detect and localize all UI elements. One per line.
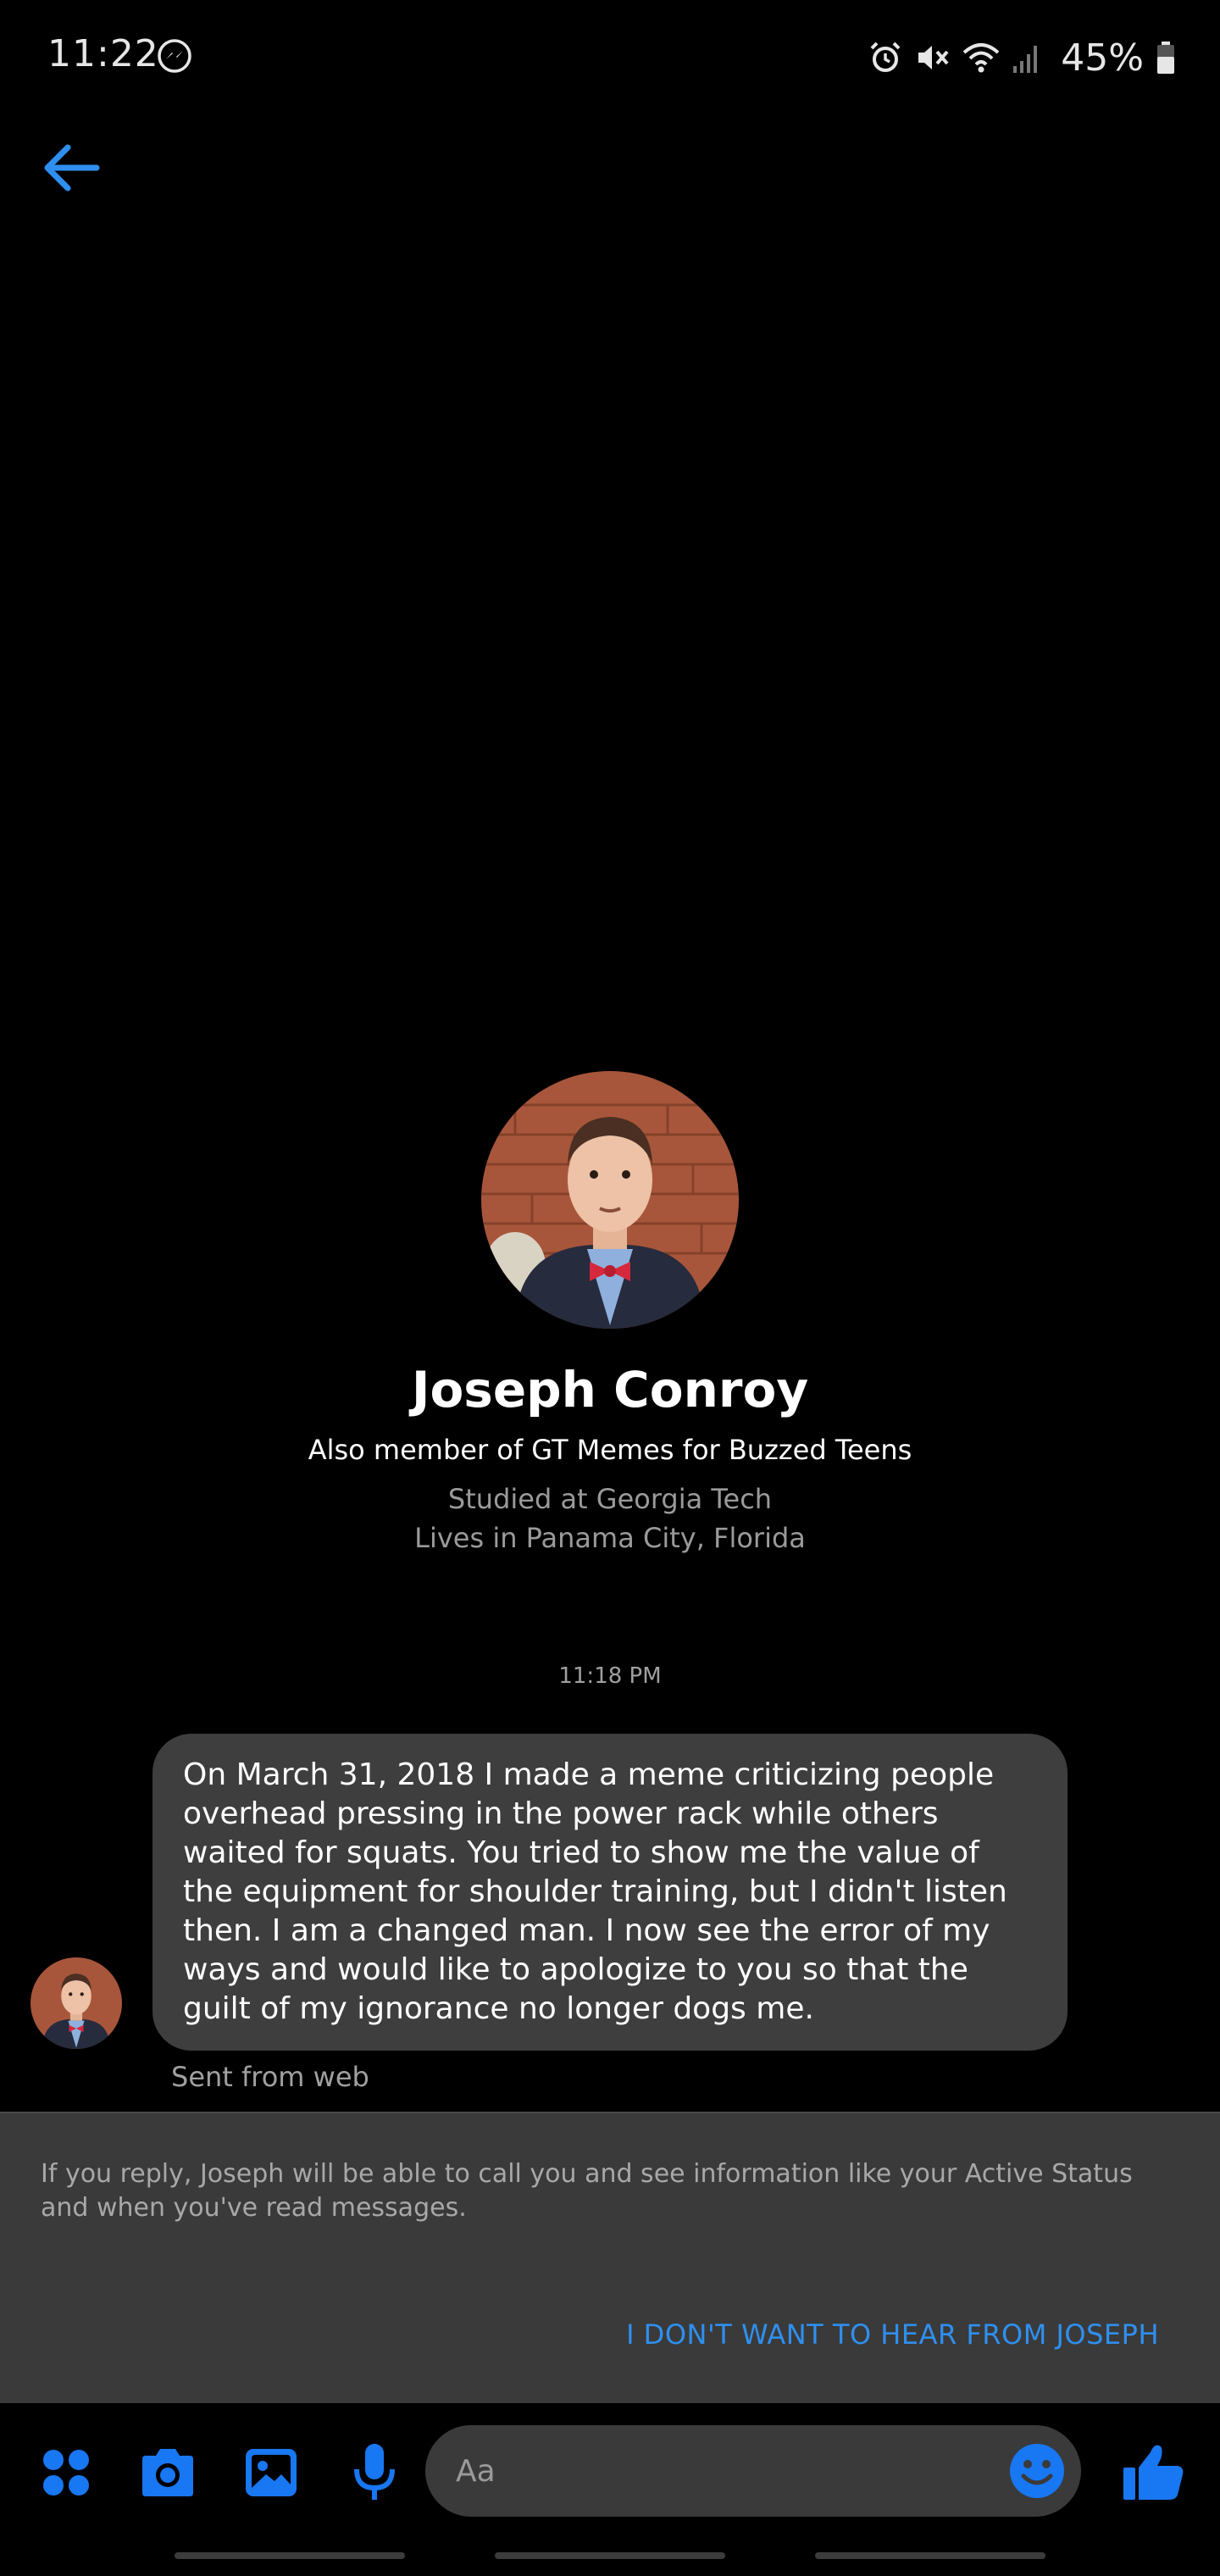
message-input[interactable] bbox=[456, 2425, 981, 2517]
back-button[interactable] bbox=[37, 134, 105, 202]
mute-icon bbox=[915, 40, 951, 75]
message-timestamp: 11:18 PM bbox=[558, 1663, 662, 1689]
emoji-icon bbox=[1010, 2444, 1064, 2498]
microphone-icon bbox=[354, 2444, 395, 2500]
back-arrow-icon bbox=[44, 144, 100, 192]
message-input-container bbox=[425, 2425, 1081, 2517]
status-time: 11:22 bbox=[47, 32, 159, 75]
sender-avatar[interactable] bbox=[30, 1957, 122, 2049]
system-navigation-bar bbox=[0, 2534, 1220, 2576]
voice-button[interactable] bbox=[339, 2437, 410, 2508]
thumbs-up-icon bbox=[1123, 2445, 1184, 2500]
sender-avatar-photo bbox=[30, 1957, 122, 2049]
avatar-photo bbox=[481, 1071, 739, 1329]
nav-back-handle[interactable] bbox=[815, 2552, 1045, 2559]
menu-dots-icon bbox=[43, 2450, 89, 2496]
wifi-icon bbox=[962, 41, 1000, 75]
message-request-notice: If you reply, Joseph will be able to cal… bbox=[0, 2112, 1220, 2403]
status-bar: 11:22 45% bbox=[0, 0, 1220, 119]
gallery-button[interactable] bbox=[236, 2437, 307, 2508]
messenger-screen: 11:22 45% Joseph Conroy Also member of G… bbox=[0, 0, 1220, 2576]
nav-home-handle[interactable] bbox=[495, 2552, 725, 2559]
profile-location: Lives in Panama City, Florida bbox=[414, 1522, 806, 1554]
alarm-icon bbox=[868, 40, 903, 75]
camera-icon bbox=[142, 2449, 193, 2496]
notice-text: If you reply, Joseph will be able to cal… bbox=[41, 2159, 1133, 2223]
sent-from-label: Sent from web bbox=[171, 2061, 369, 2093]
gallery-icon bbox=[246, 2449, 297, 2496]
profile-mutual-group: Also member of GT Memes for Buzzed Teens bbox=[308, 1434, 912, 1466]
profile-education: Studied at Georgia Tech bbox=[447, 1483, 773, 1515]
battery-icon bbox=[1156, 40, 1176, 75]
nav-recents-handle[interactable] bbox=[175, 2552, 405, 2559]
profile-name: Joseph Conroy bbox=[411, 1361, 809, 1418]
messenger-icon bbox=[156, 37, 193, 75]
profile-avatar[interactable] bbox=[481, 1071, 739, 1329]
message-bubble[interactable]: On March 31, 2018 I made a meme criticiz… bbox=[152, 1734, 1068, 2051]
battery-percent: 45% bbox=[1061, 36, 1144, 80]
emoji-button[interactable] bbox=[1003, 2437, 1071, 2505]
status-icons: 45% bbox=[868, 34, 1176, 81]
message-text: On March 31, 2018 I made a meme criticiz… bbox=[183, 1757, 1007, 2026]
signal-icon bbox=[1012, 41, 1042, 75]
dont-want-to-hear-button[interactable]: I DON'T WANT TO HEAR FROM JOSEPH bbox=[626, 2318, 1159, 2351]
like-button[interactable] bbox=[1118, 2437, 1190, 2508]
camera-button[interactable] bbox=[132, 2437, 203, 2508]
more-actions-button[interactable] bbox=[30, 2437, 102, 2508]
